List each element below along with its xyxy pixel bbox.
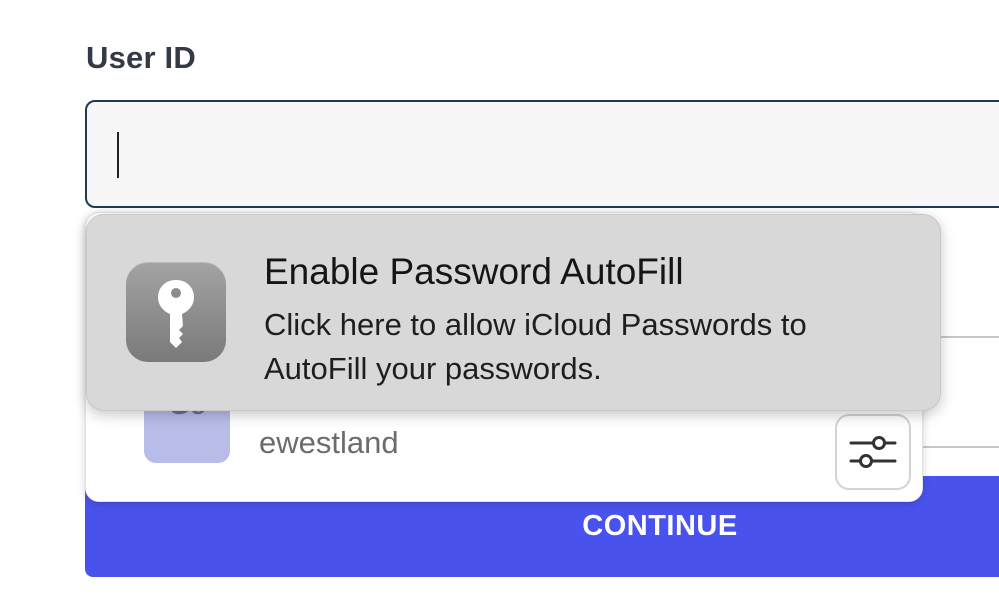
userid-input[interactable] xyxy=(85,100,999,208)
enable-autofill-prompt[interactable]: Enable Password AutoFill Click here to a… xyxy=(86,214,941,411)
text-caret xyxy=(117,132,119,178)
account-username: ewestland xyxy=(259,425,399,460)
sliders-icon xyxy=(849,436,897,468)
continue-button-label: CONTINUE xyxy=(582,510,738,542)
key-icon xyxy=(126,262,226,362)
account-options-button[interactable] xyxy=(835,414,911,490)
userid-label: User ID xyxy=(86,40,196,75)
login-page: User ID CONTINUE Ge ewestland Enable xyxy=(0,0,999,594)
autofill-prompt-description: Click here to allow iCloud Passwords to … xyxy=(264,307,807,386)
autofill-prompt-title: Enable Password AutoFill xyxy=(264,251,684,292)
